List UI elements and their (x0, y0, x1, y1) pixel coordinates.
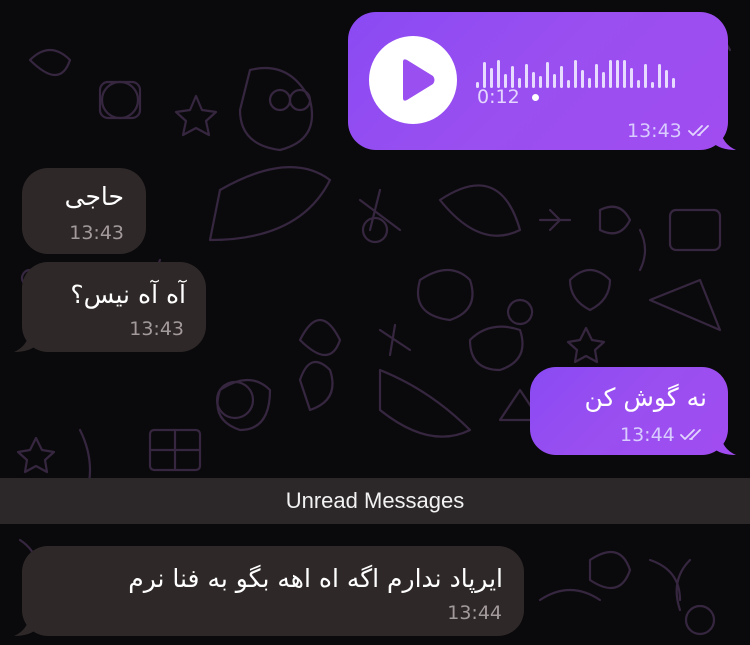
unread-messages-divider: Unread Messages (0, 478, 750, 524)
incoming-message[interactable]: حاجی 13:43 (22, 168, 146, 254)
bubble-tail (12, 330, 38, 352)
message-text: حاجی (64, 182, 124, 211)
voice-message-bubble[interactable]: 0:12 13:43 (348, 12, 728, 150)
message-time: 13:43 (69, 222, 124, 244)
outgoing-message[interactable]: نه گوش کن 13:44 (530, 367, 728, 455)
bubble-tail (12, 614, 38, 636)
bubble-tail (712, 433, 738, 455)
message-time: 13:43 (627, 120, 682, 142)
play-button[interactable] (369, 36, 457, 124)
message-time: 13:44 (447, 602, 502, 624)
voice-duration: 0:12 (477, 86, 520, 108)
unread-messages-label: Unread Messages (285, 488, 465, 513)
message-time: 13:43 (129, 318, 184, 340)
incoming-message[interactable]: آه آه نیس؟ 13:43 (22, 262, 206, 352)
play-icon (403, 59, 435, 101)
message-time: 13:44 (620, 424, 675, 446)
bubble-tail (712, 128, 738, 150)
audio-waveform[interactable] (476, 42, 692, 92)
message-text: نه گوش کن (584, 383, 707, 412)
message-text: آه آه نیس؟ (70, 280, 186, 309)
message-text: ایرپاد ندارم اگه اه اهه بگو به فنا نرم (128, 564, 503, 593)
incoming-message[interactable]: ایرپاد ندارم اگه اه اهه بگو به فنا نرم 1… (22, 546, 524, 636)
double-check-icon (688, 125, 709, 136)
double-check-icon (680, 429, 701, 440)
unplayed-dot (532, 94, 539, 101)
